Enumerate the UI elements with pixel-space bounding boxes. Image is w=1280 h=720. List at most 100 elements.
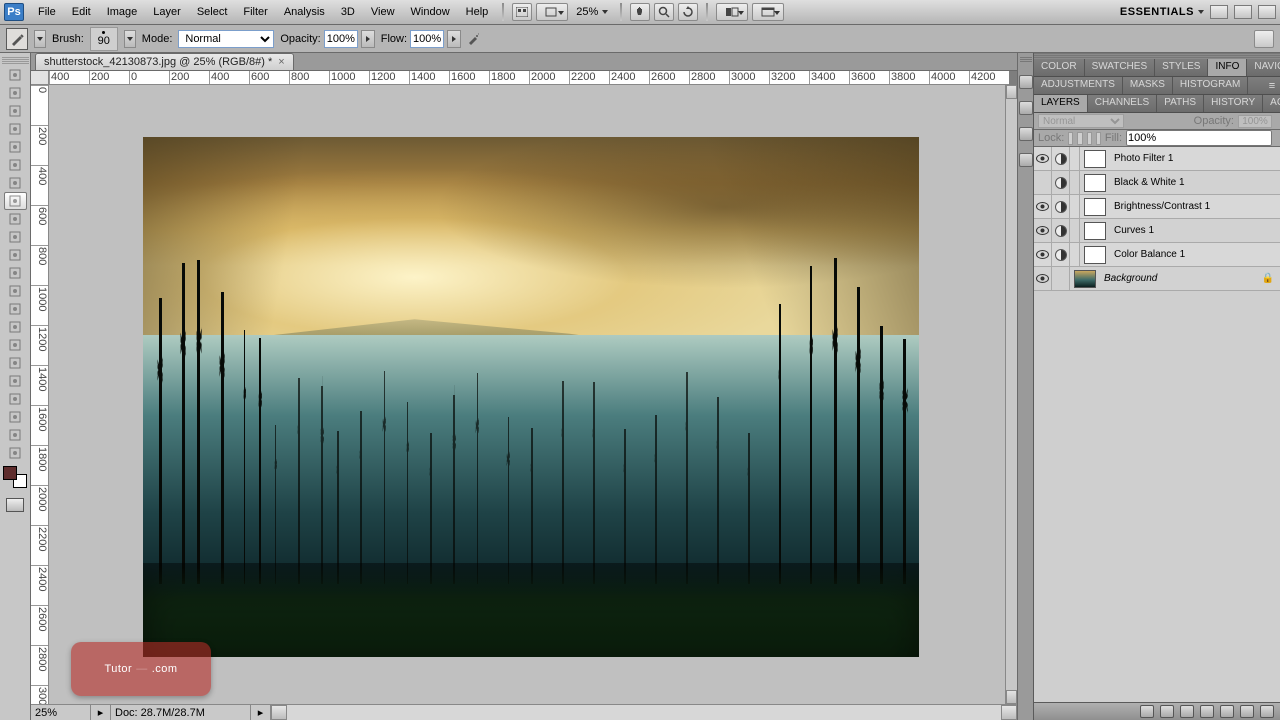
- layer-name[interactable]: Black & White 1: [1110, 177, 1280, 188]
- zoom-level-dropdown[interactable]: 25%: [576, 6, 608, 18]
- status-nav-button[interactable]: ▸: [91, 705, 111, 720]
- arrange-documents-button[interactable]: [716, 3, 748, 21]
- fill-input[interactable]: [1126, 130, 1272, 146]
- lock-transparency-icon[interactable]: [1068, 132, 1073, 145]
- 3d-tool[interactable]: [4, 390, 27, 408]
- layer-row[interactable]: Brightness/Contrast 1: [1034, 195, 1280, 219]
- blur-tool[interactable]: [4, 282, 27, 300]
- stamp-tool[interactable]: [4, 210, 27, 228]
- heal-tool[interactable]: [4, 174, 27, 192]
- crop-tool[interactable]: [4, 138, 27, 156]
- airbrush-toggle[interactable]: [467, 33, 479, 45]
- tab-histogram[interactable]: HISTOGRAM: [1173, 77, 1248, 94]
- canvas[interactable]: Tutor—.com: [49, 85, 1005, 704]
- lock-all-icon[interactable]: [1096, 132, 1101, 145]
- layer-row[interactable]: Color Balance 1: [1034, 243, 1280, 267]
- tab-paths[interactable]: PATHS: [1157, 95, 1204, 112]
- foreground-color[interactable]: [3, 466, 17, 480]
- lock-position-icon[interactable]: [1087, 132, 1092, 145]
- scroll-right-button[interactable]: [1001, 705, 1017, 720]
- doc-info[interactable]: Doc: 28.7M/28.7M: [111, 705, 251, 720]
- paragraph-panel-icon[interactable]: [1019, 153, 1033, 167]
- tool-preset-dropdown[interactable]: [34, 30, 46, 48]
- horizontal-scrollbar[interactable]: [287, 705, 1001, 720]
- marquee-tool[interactable]: [4, 84, 27, 102]
- vertical-scrollbar[interactable]: [1005, 85, 1017, 704]
- tab-styles[interactable]: STYLES: [1155, 59, 1208, 76]
- shape-tool[interactable]: [4, 372, 27, 390]
- visibility-toggle-icon[interactable]: [1034, 195, 1052, 218]
- opacity-flyout[interactable]: [361, 30, 375, 48]
- menu-3d[interactable]: 3D: [333, 2, 363, 22]
- color-swatches[interactable]: [3, 466, 27, 490]
- delete-layer-icon[interactable]: [1260, 705, 1274, 718]
- toggle-brush-panel[interactable]: [1254, 30, 1274, 48]
- toolbox-grip[interactable]: [2, 57, 29, 64]
- menu-image[interactable]: Image: [99, 2, 146, 22]
- brush-preset-dropdown[interactable]: [124, 30, 136, 48]
- rotate-view-button[interactable]: [678, 3, 698, 21]
- visibility-toggle-icon[interactable]: [1034, 219, 1052, 242]
- scroll-left-button[interactable]: [271, 705, 287, 720]
- tab-info[interactable]: INFO: [1208, 59, 1247, 76]
- tab-swatches[interactable]: SWATCHES: [1085, 59, 1156, 76]
- layer-name[interactable]: Background: [1100, 273, 1262, 284]
- tab-masks[interactable]: MASKS: [1123, 77, 1173, 94]
- layer-row[interactable]: Curves 1: [1034, 219, 1280, 243]
- 3dcam-tool[interactable]: [4, 408, 27, 426]
- brush-tool[interactable]: [4, 192, 27, 210]
- gradient-tool[interactable]: [4, 264, 27, 282]
- flow-flyout[interactable]: [447, 30, 461, 48]
- type-tool[interactable]: [4, 336, 27, 354]
- brush-panel-icon[interactable]: [1019, 75, 1033, 89]
- layer-blend-mode-select[interactable]: Normal: [1038, 114, 1124, 128]
- visibility-toggle-icon[interactable]: [1034, 267, 1052, 290]
- zoom-tool[interactable]: [4, 444, 27, 462]
- lasso-tool[interactable]: [4, 102, 27, 120]
- layer-row[interactable]: Background🔒: [1034, 267, 1280, 291]
- visibility-toggle-icon[interactable]: [1034, 243, 1052, 266]
- quick-mask-toggle[interactable]: [6, 498, 24, 512]
- clone-source-icon[interactable]: [1019, 101, 1033, 115]
- pen-tool[interactable]: [4, 318, 27, 336]
- layer-name[interactable]: Brightness/Contrast 1: [1110, 201, 1280, 212]
- layer-name[interactable]: Curves 1: [1110, 225, 1280, 236]
- menu-window[interactable]: Window: [403, 2, 458, 22]
- layer-mask-thumb[interactable]: [1084, 174, 1106, 192]
- layer-name[interactable]: Photo Filter 1: [1110, 153, 1280, 164]
- screen-mode-button[interactable]: [752, 3, 784, 21]
- tab-history[interactable]: HISTORY: [1204, 95, 1263, 112]
- hand-tool[interactable]: [4, 426, 27, 444]
- menu-help[interactable]: Help: [458, 2, 497, 22]
- workspace-switcher[interactable]: ESSENTIALS: [1120, 6, 1204, 18]
- menu-analysis[interactable]: Analysis: [276, 2, 333, 22]
- document-tab[interactable]: shutterstock_42130873.jpg @ 25% (RGB/8#)…: [35, 53, 294, 70]
- status-info-dropdown[interactable]: ▸: [251, 705, 271, 720]
- zoom-tool-button[interactable]: [654, 3, 674, 21]
- close-button[interactable]: [1258, 5, 1276, 19]
- menu-filter[interactable]: Filter: [235, 2, 275, 22]
- visibility-toggle-icon[interactable]: [1034, 171, 1052, 194]
- flow-input[interactable]: [410, 30, 444, 48]
- eyedrop-tool[interactable]: [4, 156, 27, 174]
- opacity-input[interactable]: [324, 30, 358, 48]
- layer-style-icon[interactable]: [1160, 705, 1174, 718]
- new-layer-icon[interactable]: [1240, 705, 1254, 718]
- zoom-status[interactable]: 25%: [31, 705, 91, 720]
- adjustment-layer-icon[interactable]: [1200, 705, 1214, 718]
- ruler-origin[interactable]: [31, 71, 49, 85]
- wand-tool[interactable]: [4, 120, 27, 138]
- move-tool[interactable]: [4, 66, 27, 84]
- layer-mask-thumb[interactable]: [1084, 246, 1106, 264]
- dodge-tool[interactable]: [4, 300, 27, 318]
- menu-file[interactable]: File: [30, 2, 64, 22]
- character-panel-icon[interactable]: [1019, 127, 1033, 141]
- menu-layer[interactable]: Layer: [145, 2, 189, 22]
- panel-menu-icon[interactable]: ≡: [1264, 77, 1280, 94]
- view-extras-button[interactable]: [536, 3, 568, 21]
- menu-view[interactable]: View: [363, 2, 403, 22]
- layer-row[interactable]: Black & White 1: [1034, 171, 1280, 195]
- link-layers-icon[interactable]: [1140, 705, 1154, 718]
- minimize-button[interactable]: [1210, 5, 1228, 19]
- current-tool-preset[interactable]: [6, 28, 28, 50]
